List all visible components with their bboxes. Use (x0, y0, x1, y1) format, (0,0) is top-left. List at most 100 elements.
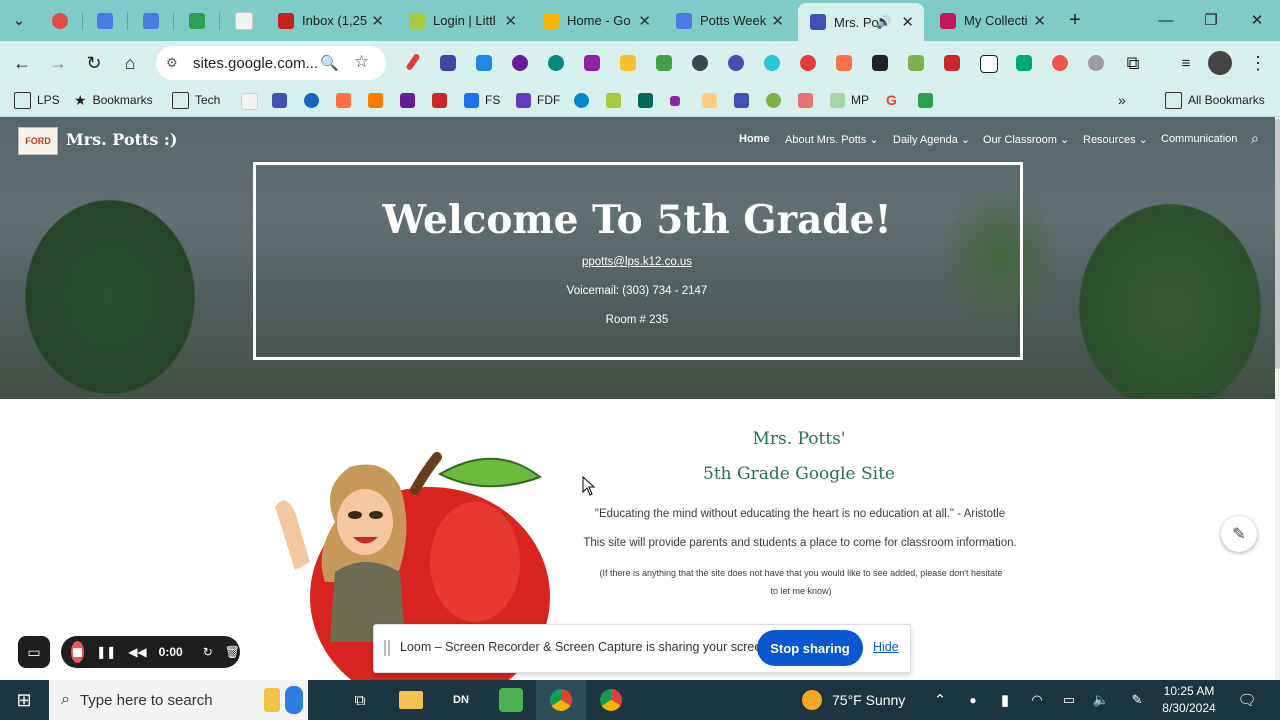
taskbar-search[interactable]: ⌕ Type here to search (49, 680, 308, 720)
weather-text[interactable]: 75°F Sunny (832, 688, 912, 712)
nav-our-classroom[interactable]: Our Classroom ⌄ (983, 133, 1069, 146)
task-view-icon[interactable]: ⧉ (348, 688, 372, 712)
window-close-icon[interactable]: ✕ (1237, 6, 1277, 34)
bookmark-icon[interactable] (272, 93, 287, 108)
delete-icon[interactable]: 🗑 (225, 645, 240, 659)
tab-login[interactable]: Login | Littl ✕ (397, 4, 527, 37)
close-icon[interactable]: ✕ (371, 12, 384, 30)
extension-icon[interactable] (584, 55, 600, 71)
tab-5[interactable] (223, 4, 259, 37)
back-icon[interactable]: ← (10, 51, 34, 75)
extension-icon[interactable] (908, 55, 924, 71)
nav-resources[interactable]: Resources ⌄ (1083, 133, 1148, 146)
new-tab-icon[interactable]: + (1065, 9, 1085, 31)
rewind-icon[interactable]: ◀◀ (128, 645, 146, 659)
bookmark-icon[interactable] (702, 93, 717, 108)
chevron-up-icon[interactable]: ⌃ (931, 688, 949, 712)
bookmark-icon[interactable] (432, 93, 447, 108)
edit-pencil-icon[interactable]: ✎ (1221, 516, 1257, 552)
extension-icon[interactable] (656, 55, 672, 71)
wifi-icon[interactable]: ◠ (1028, 688, 1046, 712)
extension-icon[interactable] (872, 55, 888, 71)
battery-icon[interactable]: ▭ (1060, 688, 1078, 712)
home-icon[interactable]: ⌂ (118, 51, 142, 75)
close-icon[interactable]: ✕ (1033, 12, 1046, 30)
extension-icon[interactable] (836, 55, 852, 71)
tab-3[interactable] (131, 4, 167, 37)
all-bookmarks[interactable]: All Bookmarks (1165, 91, 1265, 109)
stop-record-button[interactable] (71, 641, 85, 663)
extension-icon[interactable] (692, 55, 708, 71)
scrollbar-thumb[interactable] (1275, 119, 1280, 369)
bookmark-icon[interactable] (574, 93, 589, 108)
pause-icon[interactable]: ❚❚ (96, 645, 116, 659)
bookmark-icon[interactable] (336, 93, 351, 108)
media-control-icon[interactable]: ≡ (1174, 51, 1198, 75)
reload-icon[interactable]: ↻ (82, 51, 106, 75)
address-bar[interactable]: ⚙ sites.google.com... 🔍 ☆ (156, 46, 386, 80)
bookmark-mp[interactable]: MP (830, 91, 869, 109)
site-search-icon[interactable]: ⌕ (1251, 130, 1259, 147)
hide-link[interactable]: Hide (873, 640, 899, 654)
dn-app-icon[interactable]: DN (449, 688, 473, 712)
extension-icon[interactable] (476, 55, 492, 71)
bookmark-icon[interactable] (241, 93, 258, 110)
close-icon[interactable]: ✕ (638, 12, 651, 30)
close-icon[interactable]: ✕ (771, 12, 784, 30)
extension-icon[interactable] (512, 55, 528, 71)
bookmark-icon[interactable] (606, 93, 621, 108)
extension-icon[interactable] (620, 55, 636, 71)
extension-icon[interactable] (980, 55, 998, 73)
bookmark-icon[interactable] (638, 93, 653, 108)
bookmark-icon[interactable] (766, 93, 781, 108)
speaker-icon[interactable]: 🔊 (876, 14, 892, 30)
tab-1[interactable] (40, 4, 76, 37)
school-logo[interactable]: FORD (18, 127, 58, 155)
bookmark-tech[interactable]: Tech (172, 91, 220, 109)
minimize-icon[interactable]: — (1146, 6, 1186, 34)
menu-kebab-icon[interactable]: ⋮ (1246, 51, 1270, 75)
extension-icon[interactable] (440, 55, 456, 71)
system-clock[interactable]: 10:25 AM 8/30/2024 (1158, 683, 1220, 717)
search-icon[interactable]: 🔍 (320, 54, 339, 72)
extension-icon[interactable] (1016, 55, 1032, 71)
extensions-puzzle-icon[interactable]: ⧉ (1121, 51, 1145, 75)
extension-icon[interactable] (944, 55, 960, 71)
nav-home[interactable]: Home (739, 133, 770, 145)
file-explorer-icon[interactable] (399, 691, 423, 709)
weather-sun-icon[interactable] (801, 688, 823, 712)
windows-start-icon[interactable]: ⊞ (12, 688, 36, 712)
chrome-icon[interactable] (599, 688, 623, 712)
bookmark-icon[interactable] (400, 93, 415, 108)
taskbar-chrome-active[interactable] (536, 680, 586, 720)
more-bookmarks-icon[interactable]: » (1118, 91, 1126, 109)
app-icon[interactable] (499, 688, 523, 712)
bookmark-icon[interactable] (798, 93, 813, 108)
extension-icon[interactable] (764, 55, 780, 71)
extension-icon[interactable] (728, 55, 744, 71)
tab-search-icon[interactable]: ⌄ (9, 10, 29, 30)
restore-icon[interactable]: ❐ (1191, 6, 1231, 34)
restart-icon[interactable]: ↻ (203, 645, 213, 659)
volume-icon[interactable]: 🔈 (1092, 688, 1110, 712)
bookmark-lps[interactable]: LPS (14, 91, 60, 109)
close-icon[interactable]: ✕ (504, 12, 517, 30)
tab-collection[interactable]: My Collecti ✕ (928, 4, 1056, 37)
bookmark-bookmarks[interactable]: ★ Bookmarks (74, 91, 153, 109)
notifications-icon[interactable]: 🗨 (1236, 688, 1258, 712)
site-title[interactable]: Mrs. Potts :) (66, 130, 177, 149)
usb-icon[interactable]: ▮ (996, 688, 1014, 712)
email-link[interactable]: ppotts@lps.k12.co.us (252, 256, 1022, 268)
bookmark-icon[interactable] (734, 93, 749, 108)
bookmark-fs[interactable]: FS (464, 91, 500, 109)
tab-drive[interactable]: Home - Go ✕ (531, 4, 661, 37)
google-icon[interactable]: G (886, 91, 897, 109)
bookmark-icon[interactable] (304, 93, 319, 108)
tab-active-site[interactable]: Mrs. Po 🔊 ✕ (798, 3, 924, 41)
tray-icon[interactable]: ● (964, 688, 982, 712)
bookmark-star-icon[interactable]: ☆ (354, 52, 369, 72)
stop-sharing-button[interactable]: Stop sharing (757, 630, 863, 666)
pen-extension-icon[interactable] (405, 52, 421, 72)
site-info-icon[interactable]: ⚙ (166, 55, 178, 71)
camera-icon[interactable]: ▭ (18, 636, 50, 668)
